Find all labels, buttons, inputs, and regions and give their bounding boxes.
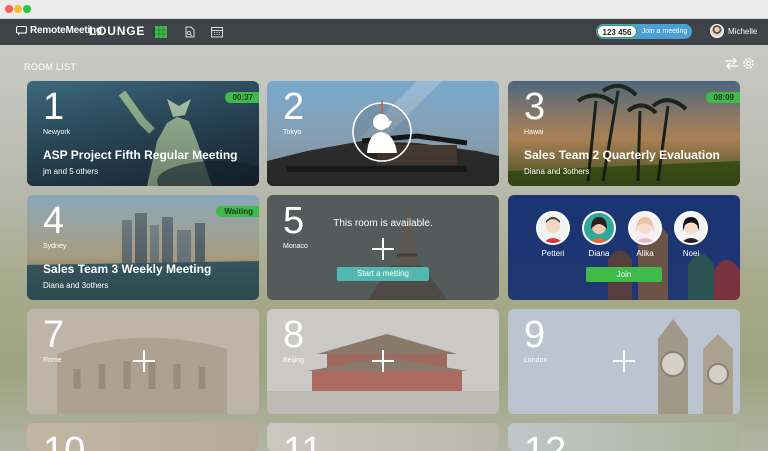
- room-list-title: ROOM LIST: [24, 62, 77, 72]
- meeting-time-badge: 08:09: [705, 92, 740, 103]
- avatar: [710, 24, 724, 38]
- avatar: [582, 211, 616, 245]
- room-city: London: [524, 357, 548, 364]
- start-meeting-button[interactable]: Start a metting: [337, 267, 429, 281]
- participant-name: Diana: [588, 249, 610, 258]
- user-menu[interactable]: Michelle: [710, 24, 757, 38]
- avatar: [674, 211, 708, 245]
- room-card-4[interactable]: 4 Sydney Sales Team 3 Weekly Meeting Dia…: [27, 195, 259, 300]
- room-city: Newyork: [43, 129, 71, 136]
- participant-name: Noei: [682, 249, 700, 258]
- join-meeting-pill[interactable]: 123 456 Join a meeting: [596, 24, 692, 39]
- section-title: LOUNGE: [89, 24, 146, 38]
- join-meeting-button[interactable]: Join a meeting: [637, 24, 692, 39]
- room-card-8[interactable]: 8 Beijing: [267, 309, 499, 414]
- room-number: 7: [43, 314, 65, 356]
- avatar: [536, 211, 570, 245]
- room-available-text: This room is available.: [333, 218, 433, 229]
- room-number: 4: [43, 200, 65, 242]
- window-titlebar: [0, 0, 768, 19]
- private-room-icon: [352, 101, 412, 162]
- chat-bubble-icon: [16, 25, 27, 35]
- document-icon[interactable]: [184, 26, 196, 38]
- meeting-status-badge: Waiting: [216, 206, 259, 217]
- room-card-2[interactable]: 2 Tokyo: [267, 81, 499, 186]
- meeting-title: Sales Team 3 Weekly Meeting: [43, 262, 212, 276]
- meeting-time-badge: 00:37: [224, 92, 259, 103]
- room-city: Beijing: [283, 357, 305, 364]
- room-card-1[interactable]: 1 Newyork ASP Project Fifth Regular Meet…: [27, 81, 259, 186]
- app-header: RemoteMeeting LOUNGE 123 456 Join a meet…: [0, 19, 768, 45]
- room-number: 9: [524, 314, 546, 356]
- plus-icon[interactable]: [133, 350, 155, 372]
- user-name: Michelle: [728, 26, 758, 36]
- room-number: 8: [283, 314, 305, 356]
- maximize-window-button[interactable]: [23, 5, 31, 13]
- room-city: Hawai: [524, 129, 544, 136]
- calendar-icon[interactable]: [211, 26, 223, 38]
- room-city: Rome: [43, 357, 62, 364]
- swap-icon[interactable]: [724, 56, 739, 71]
- meeting-participants: Diana and 3others: [43, 281, 109, 290]
- room-card-7[interactable]: 7 Rome: [27, 309, 259, 414]
- meeting-participants: jm and 5 others: [43, 167, 99, 176]
- room-number: 2: [283, 86, 305, 128]
- participant: Diana: [582, 211, 616, 258]
- plus-icon[interactable]: [613, 350, 635, 372]
- room-list-area: ROOM LIST 1 Newyork ASP Project Fifth Re…: [0, 45, 768, 451]
- minimize-window-button[interactable]: [14, 5, 22, 13]
- room-card-3[interactable]: 3 Hawai Sales Team 2 Quarterly Evaluatio…: [508, 81, 740, 186]
- meeting-title: Sales Team 2 Quarterly Evaluation: [524, 148, 720, 162]
- join-button[interactable]: Join: [586, 267, 662, 282]
- close-window-button[interactable]: [5, 5, 13, 13]
- room-city: Monaco: [283, 243, 308, 250]
- meeting-participants: Diana and 3others: [524, 167, 590, 176]
- room-number: 10: [43, 430, 86, 451]
- participant: Alika: [628, 211, 662, 258]
- meeting-title: ASP Project Fifth Regular Meeting: [43, 148, 238, 162]
- room-card-12[interactable]: 12: [508, 423, 740, 451]
- gear-icon[interactable]: [741, 56, 756, 71]
- room-card-5[interactable]: 5 Monaco This room is available. Start a…: [267, 195, 499, 300]
- participant-list: Petteri Diana Alika Noei: [536, 211, 708, 258]
- meeting-code-input[interactable]: 123 456: [597, 25, 637, 38]
- room-card-9[interactable]: 9 London: [508, 309, 740, 414]
- plus-icon[interactable]: [372, 238, 394, 260]
- plus-icon[interactable]: [372, 350, 394, 372]
- room-number: 1: [43, 86, 65, 128]
- room-city: Sydney: [43, 243, 67, 250]
- room-number: 12: [524, 430, 567, 451]
- room-card-11[interactable]: 11: [267, 423, 499, 451]
- avatar: [628, 211, 662, 245]
- room-card-6[interactable]: Petteri Diana Alika Noei Join: [508, 195, 740, 300]
- room-card-10[interactable]: 10: [27, 423, 259, 451]
- participant: Petteri: [536, 211, 570, 258]
- participant-name: Alika: [636, 249, 654, 258]
- room-city: Tokyo: [283, 129, 302, 136]
- room-number: 11: [283, 430, 323, 451]
- room-number: 3: [524, 86, 546, 128]
- participant: Noei: [674, 211, 708, 258]
- lounge-grid-icon[interactable]: [155, 26, 167, 38]
- participant-name: Petteri: [541, 249, 565, 258]
